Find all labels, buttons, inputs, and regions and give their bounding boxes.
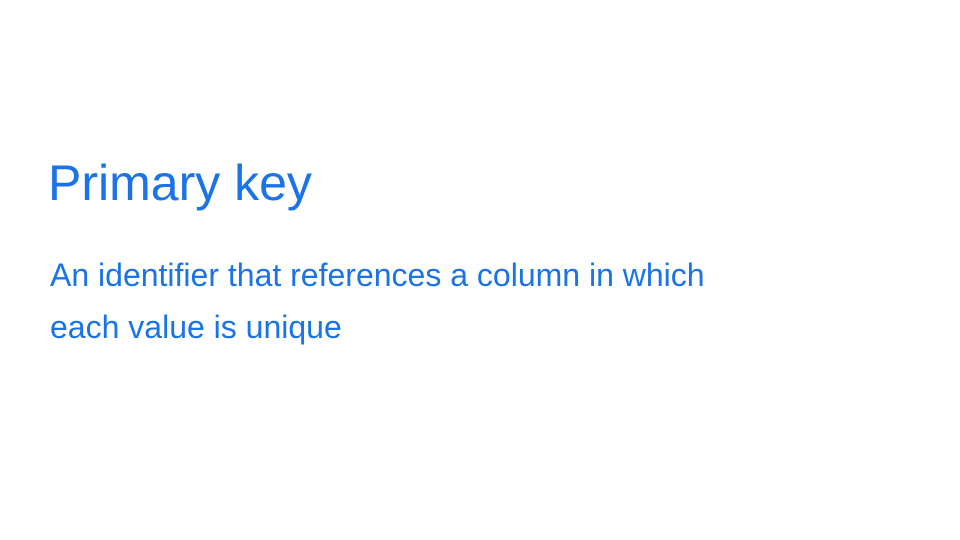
definition-text: An identifier that references a column i… [50, 249, 910, 353]
definition-line-1: An identifier that references a column i… [50, 257, 705, 293]
definition-line-2: each value is unique [50, 309, 342, 345]
slide: Primary key An identifier that reference… [0, 0, 960, 540]
slide-title: Primary key [48, 155, 312, 211]
